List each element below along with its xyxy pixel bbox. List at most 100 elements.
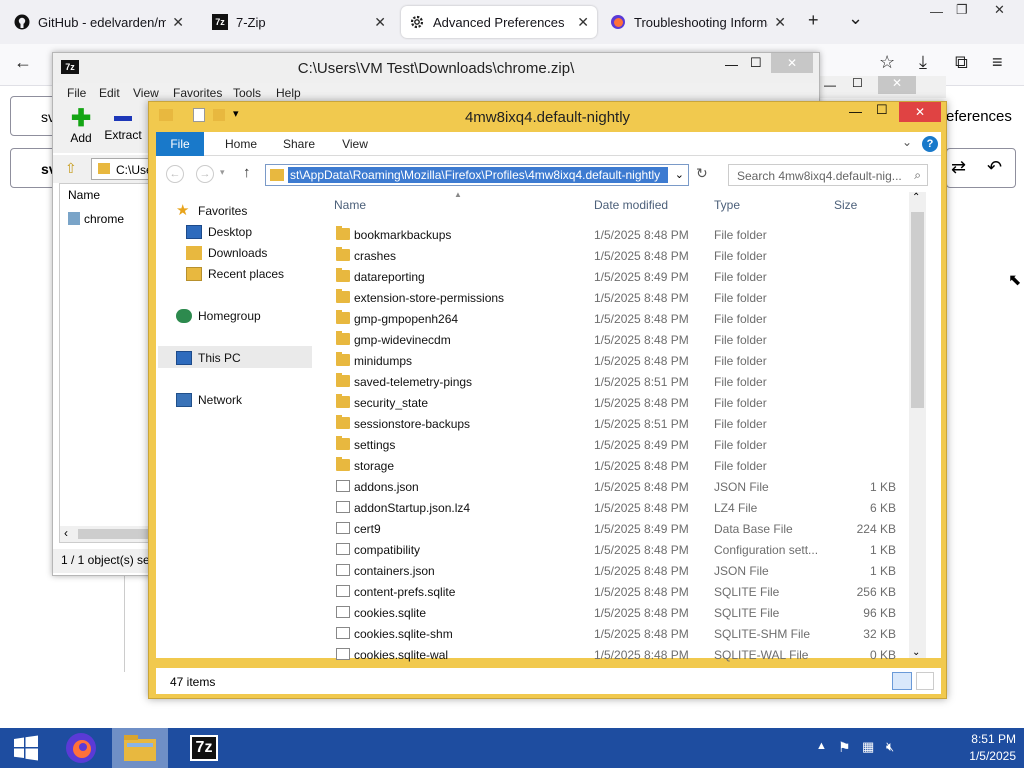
horizontal-scrollbar[interactable]: ‹ bbox=[60, 526, 148, 542]
table-row[interactable]: storage 1/5/2025 8:48 PM File folder bbox=[332, 455, 922, 476]
table-row[interactable]: gmp-widevinecdm 1/5/2025 8:48 PM File fold… bbox=[332, 329, 922, 350]
menu-favorites[interactable]: Favorites bbox=[173, 86, 222, 100]
list-item[interactable]: chrome bbox=[68, 210, 148, 228]
close-button[interactable]: ✕ bbox=[878, 76, 916, 94]
taskbar-7zip[interactable]: 7z bbox=[176, 728, 232, 768]
minimize-button[interactable]: — bbox=[849, 104, 862, 119]
table-row[interactable]: cookies.sqlite-wal 1/5/2025 8:48 PM SQLITE… bbox=[332, 644, 922, 665]
nav-recent-places[interactable]: Recent places bbox=[186, 267, 284, 281]
menu-file[interactable]: File bbox=[67, 86, 86, 100]
chevron-down-icon[interactable]: ⌄ bbox=[902, 135, 912, 149]
bookmark-star-icon[interactable]: ☆ bbox=[879, 52, 895, 73]
minimize-button[interactable]: — bbox=[824, 78, 836, 92]
table-row[interactable]: bookmarkbackups 1/5/2025 8:48 PM File fold… bbox=[332, 224, 922, 245]
back-arrow-icon[interactable]: ← bbox=[14, 52, 32, 73]
extensions-icon[interactable]: ⧉ bbox=[955, 52, 968, 73]
column-header-name[interactable]: Name bbox=[68, 188, 100, 202]
table-row[interactable]: settings 1/5/2025 8:49 PM File folder bbox=[332, 434, 922, 455]
table-row[interactable]: saved-telemetry-pings 1/5/2025 8:51 PM Fil… bbox=[332, 371, 922, 392]
taskbar-file-explorer[interactable] bbox=[112, 728, 168, 768]
scroll-thumb[interactable] bbox=[911, 212, 924, 408]
nav-favorites[interactable]: ★ Favorites bbox=[176, 203, 247, 218]
list-tabs-button[interactable]: ⌄ bbox=[848, 8, 863, 29]
maximize-button[interactable]: ☐ bbox=[876, 102, 888, 118]
menu-edit[interactable]: Edit bbox=[99, 86, 120, 100]
refresh-icon[interactable]: ↻ bbox=[696, 165, 708, 182]
table-row[interactable]: addons.json 1/5/2025 8:48 PM JSON File 1 KB bbox=[332, 476, 922, 497]
restore-button[interactable]: ❐ bbox=[956, 2, 968, 18]
menu-icon[interactable]: ≡ bbox=[992, 52, 1003, 73]
table-row[interactable]: minidumps 1/5/2025 8:48 PM File folder bbox=[332, 350, 922, 371]
table-row[interactable]: cookies.sqlite 1/5/2025 8:48 PM SQLITE Fil… bbox=[332, 602, 922, 623]
undo-icon[interactable]: ↶ bbox=[987, 157, 1002, 178]
table-row[interactable]: content-prefs.sqlite 1/5/2025 8:48 PM SQLI… bbox=[332, 581, 922, 602]
tab-advanced-preferences[interactable]: Advanced Preferences ✕ bbox=[401, 6, 597, 38]
tab-share[interactable]: Share bbox=[276, 132, 322, 156]
column-header-date[interactable]: Date modified bbox=[594, 198, 668, 212]
table-row[interactable]: containers.json 1/5/2025 8:48 PM JSON File… bbox=[332, 560, 922, 581]
table-row[interactable]: addonStartup.json.lz4 1/5/2025 8:48 PM LZ4… bbox=[332, 497, 922, 518]
menu-tools[interactable]: Tools bbox=[233, 86, 261, 100]
forward-arrow-icon[interactable]: → bbox=[196, 165, 214, 183]
table-row[interactable]: datareporting 1/5/2025 8:49 PM File folder bbox=[332, 266, 922, 287]
table-row[interactable]: cookies.sqlite-shm 1/5/2025 8:48 PM SQLITE… bbox=[332, 623, 922, 644]
help-icon[interactable]: ? bbox=[922, 136, 938, 152]
new-tab-button[interactable]: + bbox=[808, 10, 819, 31]
maximize-button[interactable]: ☐ bbox=[750, 55, 762, 71]
volume-muted-icon[interactable]: 🔇︎ bbox=[886, 739, 894, 755]
flag-icon[interactable]: ⚑ bbox=[838, 739, 851, 756]
extract-button[interactable]: Extract bbox=[103, 107, 143, 151]
add-button[interactable]: ✚ Add bbox=[65, 107, 97, 151]
downloads-icon[interactable]: ⤓ bbox=[919, 52, 927, 73]
large-icons-view-icon[interactable] bbox=[916, 672, 934, 690]
nav-this-pc[interactable]: This PC bbox=[176, 351, 241, 365]
column-header-type[interactable]: Type bbox=[714, 198, 740, 212]
show-hidden-icons-icon[interactable]: ▲ bbox=[816, 740, 827, 752]
tab-github[interactable]: GitHub - edelvarden/mate ✕ bbox=[6, 6, 192, 38]
menu-view[interactable]: View bbox=[133, 86, 159, 100]
network-icon[interactable]: ▦ bbox=[862, 739, 874, 755]
maximize-button[interactable]: ☐ bbox=[852, 76, 863, 90]
column-header-name[interactable]: Name bbox=[334, 198, 366, 212]
7zip-address-field[interactable]: C:\Use bbox=[91, 158, 153, 180]
scroll-up-icon[interactable]: ⌃ bbox=[912, 192, 920, 203]
clock[interactable]: 8:51 PM 1/5/2025 bbox=[940, 732, 1016, 766]
nav-desktop[interactable]: Desktop bbox=[186, 225, 252, 239]
close-icon[interactable]: ✕ bbox=[172, 14, 184, 31]
table-row[interactable]: extension-store-permissions 1/5/2025 8:48… bbox=[332, 287, 922, 308]
close-button[interactable]: ✕ bbox=[994, 2, 1005, 18]
close-icon[interactable]: ✕ bbox=[577, 14, 589, 31]
minimize-button[interactable]: — bbox=[930, 4, 943, 19]
nav-network[interactable]: Network bbox=[176, 393, 242, 407]
start-button[interactable] bbox=[0, 728, 52, 768]
close-button[interactable]: ✕ bbox=[899, 102, 941, 122]
swap-icon[interactable]: ⇄ bbox=[951, 157, 966, 178]
tab-7zip[interactable]: 7z 7-Zip ✕ bbox=[204, 6, 394, 38]
vertical-scrollbar[interactable]: ⌃ ⌄ bbox=[909, 192, 926, 658]
table-row[interactable]: gmp-gmpopenh264 1/5/2025 8:48 PM File fold… bbox=[332, 308, 922, 329]
search-input[interactable]: Search 4mw8ixq4.default-nig... ⌕ bbox=[728, 164, 928, 186]
tab-file[interactable]: File bbox=[156, 132, 204, 156]
address-bar[interactable]: st\AppData\Roaming\Mozilla\Firefox\Profi… bbox=[265, 164, 689, 186]
taskbar-firefox[interactable] bbox=[56, 728, 106, 768]
menu-help[interactable]: Help bbox=[276, 86, 301, 100]
tab-view[interactable]: View bbox=[332, 132, 378, 156]
close-button[interactable]: ✕ bbox=[771, 53, 813, 73]
table-row[interactable]: security_state 1/5/2025 8:48 PM File folde… bbox=[332, 392, 922, 413]
up-folder-icon[interactable]: ⇧ bbox=[65, 160, 77, 177]
close-icon[interactable]: ✕ bbox=[374, 14, 386, 31]
nav-downloads[interactable]: Downloads bbox=[186, 246, 267, 260]
table-row[interactable]: sessionstore-backups 1/5/2025 8:51 PM File… bbox=[332, 413, 922, 434]
recent-locations-icon[interactable]: ▾ bbox=[220, 167, 225, 178]
details-view-icon[interactable] bbox=[892, 672, 912, 690]
close-icon[interactable]: ✕ bbox=[774, 14, 786, 31]
back-arrow-icon[interactable]: ← bbox=[166, 165, 184, 183]
chevron-down-icon[interactable]: ⌄ bbox=[675, 168, 684, 181]
scroll-down-icon[interactable]: ⌄ bbox=[912, 647, 920, 658]
table-row[interactable]: compatibility 1/5/2025 8:48 PM Configurati… bbox=[332, 539, 922, 560]
table-row[interactable]: crashes 1/5/2025 8:48 PM File folder bbox=[332, 245, 922, 266]
up-arrow-icon[interactable]: ↑ bbox=[243, 164, 251, 181]
nav-homegroup[interactable]: Homegroup bbox=[176, 309, 261, 323]
scroll-left-icon[interactable]: ‹ bbox=[64, 526, 68, 540]
tab-home[interactable]: Home bbox=[218, 132, 264, 156]
